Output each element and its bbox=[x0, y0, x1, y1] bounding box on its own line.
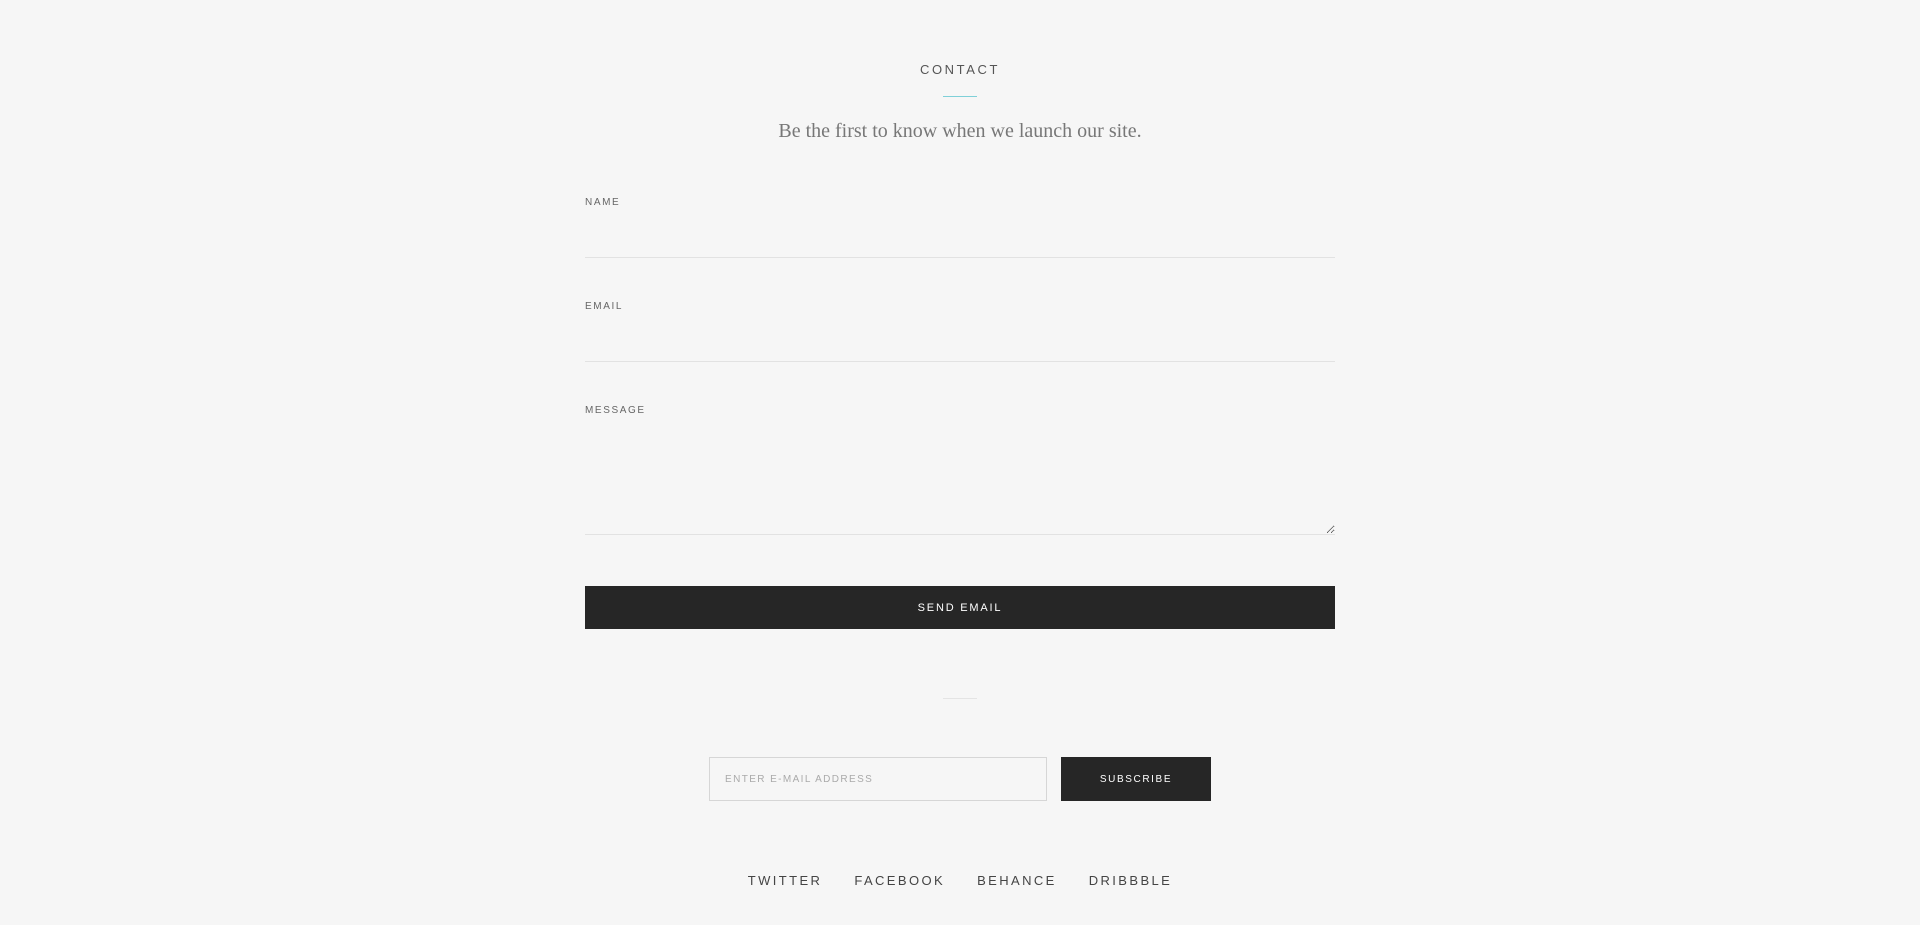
subscribe-row: SUBSCRIBE bbox=[709, 757, 1211, 801]
message-textarea[interactable] bbox=[585, 418, 1335, 535]
social-link-facebook[interactable]: FACEBOOK bbox=[854, 873, 945, 889]
tagline: Be the first to know when we launch our … bbox=[778, 120, 1142, 142]
email-input[interactable] bbox=[585, 314, 1335, 362]
email-field-group: EMAIL bbox=[585, 300, 1335, 404]
social-link-dribbble[interactable]: DRIBBBLE bbox=[1089, 873, 1173, 889]
name-label: NAME bbox=[585, 197, 621, 208]
section-divider bbox=[943, 698, 977, 699]
subscribe-email-input[interactable] bbox=[709, 757, 1047, 801]
social-link-behance[interactable]: BEHANCE bbox=[977, 873, 1057, 889]
message-field-group: MESSAGE bbox=[585, 404, 1335, 535]
name-input[interactable] bbox=[585, 210, 1335, 258]
social-links: TWITTER FACEBOOK BEHANCE DRIBBBLE bbox=[0, 873, 1920, 889]
contact-form: NAME EMAIL MESSAGE bbox=[585, 196, 1335, 535]
email-label: EMAIL bbox=[585, 301, 624, 312]
social-link-twitter[interactable]: TWITTER bbox=[748, 873, 823, 889]
send-email-button[interactable]: SEND EMAIL bbox=[585, 586, 1335, 629]
message-label: MESSAGE bbox=[585, 405, 646, 416]
contact-page: CONTACT Be the first to know when we lau… bbox=[0, 0, 1920, 925]
subscribe-button[interactable]: SUBSCRIBE bbox=[1061, 757, 1211, 801]
section-title: CONTACT bbox=[919, 62, 1001, 77]
title-accent-line bbox=[943, 96, 977, 97]
name-field-group: NAME bbox=[585, 196, 1335, 300]
